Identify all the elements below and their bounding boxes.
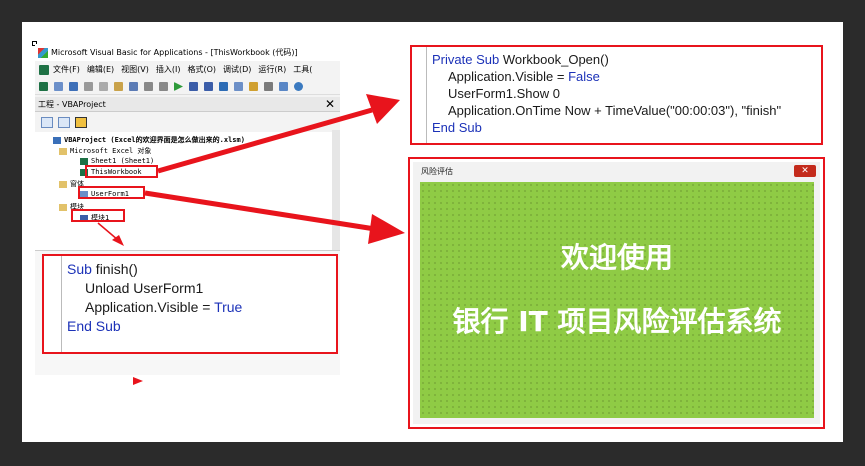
cut-icon[interactable] xyxy=(84,82,93,91)
view-object-icon[interactable] xyxy=(58,116,70,128)
toggle-folders-icon[interactable] xyxy=(75,116,87,128)
folder-icon xyxy=(59,180,67,188)
menu-format[interactable]: 格式(O) xyxy=(187,64,216,75)
vba-app-icon xyxy=(38,47,48,58)
close-icon[interactable]: ✕ xyxy=(325,97,335,112)
menu-edit[interactable]: 编辑(E) xyxy=(87,64,114,75)
undo-icon[interactable] xyxy=(144,82,153,91)
tree-scrollbar[interactable] xyxy=(332,130,340,250)
menu-file[interactable]: 文件(F) xyxy=(53,64,80,75)
view-code-icon[interactable] xyxy=(41,116,53,128)
code-open-line1: Private Sub Workbook_Open() xyxy=(432,52,609,67)
object-browser-icon[interactable] xyxy=(264,82,273,91)
code-open-line3: UserForm1.Show 0 xyxy=(448,86,560,101)
code-open-line2: Application.Visible = False xyxy=(448,69,600,84)
run-icon[interactable] xyxy=(174,82,183,91)
code-margin-line xyxy=(61,256,62,352)
excel-icon[interactable] xyxy=(39,64,49,75)
ide-title-bar: Microsoft Visual Basic for Applications … xyxy=(35,44,340,61)
menu-insert[interactable]: 插入(I) xyxy=(156,64,181,75)
menu-run[interactable]: 运行(R) xyxy=(258,64,286,75)
view-excel-icon[interactable] xyxy=(39,82,48,91)
code-open-line5: End Sub xyxy=(432,120,482,135)
code-margin-line xyxy=(426,47,427,143)
folder-icon xyxy=(59,147,67,155)
save-icon[interactable] xyxy=(69,82,78,91)
pause-icon[interactable] xyxy=(189,82,198,91)
worksheet-icon xyxy=(80,157,88,165)
userform-window: 风险评估 ✕ 欢迎使用 银行 IT 项目风险评估系统 xyxy=(413,162,820,424)
design-mode-icon[interactable] xyxy=(219,82,228,91)
screenshot-canvas: Microsoft Visual Basic for Applications … xyxy=(0,0,865,466)
project-panel-toolbar xyxy=(35,113,340,131)
properties-icon[interactable] xyxy=(249,82,258,91)
welcome-text: 欢迎使用 xyxy=(560,241,673,274)
code-finish-line4: End Sub xyxy=(67,318,121,334)
stop-icon[interactable] xyxy=(204,82,213,91)
find-icon[interactable] xyxy=(129,82,138,91)
menu-view[interactable]: 视图(V) xyxy=(121,64,149,75)
ide-menu-bar: 文件(F) 编辑(E) 视图(V) 插入(I) 格式(O) 调试(D) 运行(R… xyxy=(35,62,340,77)
ide-toolbar xyxy=(35,79,340,95)
project-explorer-icon[interactable] xyxy=(234,82,243,91)
project-panel-header: 工程 - VBAProject ✕ xyxy=(35,97,340,112)
vbaproject-icon xyxy=(53,136,61,144)
highlight-thisworkbook xyxy=(85,165,158,178)
highlight-userform1 xyxy=(78,186,145,199)
help-icon[interactable] xyxy=(294,82,303,91)
userform-title: 风险评估 xyxy=(421,167,453,176)
tree-sheet1[interactable]: Sheet1 (Sheet1) xyxy=(80,157,154,165)
project-panel-title: 工程 - VBAProject xyxy=(38,99,106,109)
code-finish-line3: Application.Visible = True xyxy=(85,299,243,315)
code-finish-line1: Sub finish() xyxy=(67,261,138,277)
ide-window-title: Microsoft Visual Basic for Applications … xyxy=(51,48,298,57)
code-box-finish: Sub finish() Unload UserForm1 Applicatio… xyxy=(42,254,338,354)
code-open-line4: Application.OnTime Now + TimeValue("00:0… xyxy=(448,103,782,118)
folder-icon xyxy=(59,203,67,211)
close-icon[interactable]: ✕ xyxy=(794,165,816,177)
paste-icon[interactable] xyxy=(114,82,123,91)
redo-icon[interactable] xyxy=(159,82,168,91)
toolbox-icon[interactable] xyxy=(279,82,288,91)
tree-excel-objects[interactable]: Microsoft Excel 对象 xyxy=(59,146,151,156)
highlight-module1 xyxy=(71,209,125,222)
code-finish-line2: Unload UserForm1 xyxy=(85,280,204,296)
code-box-workbook-open: Private Sub Workbook_Open() Application.… xyxy=(410,45,823,145)
tree-root[interactable]: VBAProject (Excel的欢迎界面是怎么做出来的.xlsm) xyxy=(53,135,245,145)
insert-userform-icon[interactable] xyxy=(54,82,63,91)
menu-debug[interactable]: 调试(D) xyxy=(223,64,251,75)
copy-icon[interactable] xyxy=(99,82,108,91)
menu-tools[interactable]: 工具( xyxy=(293,64,312,75)
system-name-text: 银行 IT 项目风险评估系统 xyxy=(452,305,782,338)
userform-body: 欢迎使用 银行 IT 项目风险评估系统 xyxy=(420,182,814,418)
